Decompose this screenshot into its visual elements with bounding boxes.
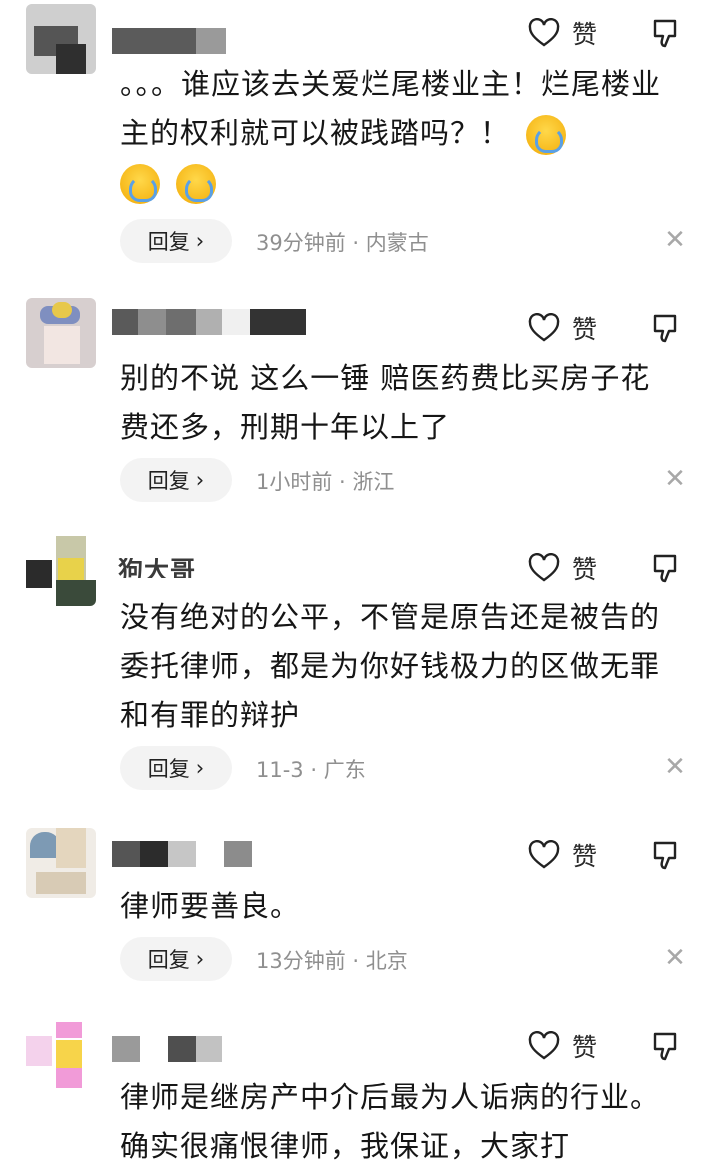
like-button[interactable]: 赞 [528,837,597,873]
heart-icon [528,313,560,342]
like-label: 赞 [572,555,598,584]
username-redacted[interactable] [112,309,306,335]
crying-emoji-icon [120,164,160,204]
comment-time: 11-3 [256,758,304,782]
reply-label: 回复 [147,230,190,254]
reply-label: 回复 [147,948,190,972]
chevron-right-icon: › [195,756,205,780]
like-label: 赞 [572,315,598,344]
comment-text-content: 。。。谁应该去关爱烂尾楼业主！烂尾楼业主的权利就可以被践踏吗？！ [120,67,662,150]
comment-text: 。。。谁应该去关爱烂尾楼业主！烂尾楼业主的权利就可以被践踏吗？！ [120,60,680,207]
reply-label: 回复 [147,469,190,493]
reply-button[interactable]: 回复 › [120,219,232,263]
comment-text-content: 没有绝对的公平，不管是原告还是被告的委托律师，都是为你好钱极力的区做无罪和有罪的… [120,600,661,732]
comment-time: 13分钟前 [256,949,346,973]
comment-time: 39分钟前 [256,231,346,255]
like-button[interactable]: 赞 [528,1028,597,1064]
reply-label: 回复 [147,757,190,781]
comment-location: 浙江 [352,470,395,494]
comment-text-content: 律师要善良。 [120,889,301,923]
comment-meta: 13分钟前 · 北京 [256,949,408,973]
dislike-icon[interactable] [650,838,684,872]
comment-meta: 1小时前 · 浙江 [256,470,395,494]
comment-text-content: 别的不说 这么一锤 赔医药费比买房子花费还多，刑期十年以上了 [120,361,651,444]
reply-row: 回复 › 11-3 · 广东 ✕ [120,746,690,790]
heart-icon [528,18,560,47]
chevron-right-icon: › [195,468,205,492]
dislike-icon[interactable] [650,16,684,50]
like-button[interactable]: 赞 [528,310,597,346]
comment-location: 内蒙古 [365,231,429,255]
comment-location: 北京 [365,949,408,973]
close-icon[interactable]: ✕ [660,225,690,255]
dislike-icon[interactable] [650,551,684,585]
comment-meta: 11-3 · 广东 [256,758,366,782]
dislike-icon[interactable] [650,311,684,345]
like-button[interactable]: 赞 [528,15,597,51]
comment-location: 广东 [323,758,366,782]
like-label: 赞 [572,20,598,49]
dislike-icon[interactable] [650,1029,684,1063]
avatar[interactable] [26,1018,96,1088]
avatar[interactable] [26,536,96,606]
reply-button[interactable]: 回复 › [120,746,232,790]
username[interactable]: 狗大哥 [118,558,196,578]
reply-button[interactable]: 回复 › [120,937,232,981]
chevron-right-icon: › [195,229,205,253]
comment-text: 没有绝对的公平，不管是原告还是被告的委托律师，都是为你好钱极力的区做无罪和有罪的… [120,593,680,740]
like-button[interactable]: 赞 [528,550,597,586]
reply-row: 回复 › 13分钟前 · 北京 ✕ [120,937,690,981]
comment-text-content: 律师是继房产中介后最为人诟病的行业。确实很痛恨律师，我保证，大家打 [120,1080,661,1163]
like-label: 赞 [572,1033,598,1062]
comment-meta: 39分钟前 · 内蒙古 [256,231,429,255]
close-icon[interactable]: ✕ [660,464,690,494]
heart-icon [528,553,560,582]
comment-text: 律师要善良。 [120,882,680,931]
chevron-right-icon: › [195,947,205,971]
heart-icon [528,1031,560,1060]
username-redacted[interactable] [112,841,252,867]
comment-text: 别的不说 这么一锤 赔医药费比买房子花费还多，刑期十年以上了 [120,354,680,452]
avatar[interactable] [26,298,96,368]
crying-emoji-icon [176,164,217,204]
comment-text: 律师是继房产中介后最为人诟病的行业。确实很痛恨律师，我保证，大家打 [120,1073,680,1171]
comment-time: 1小时前 [256,470,333,494]
avatar[interactable] [26,828,96,898]
reply-row: 回复 › 39分钟前 · 内蒙古 ✕ [120,219,690,263]
username-redacted[interactable] [112,28,226,54]
reply-button[interactable]: 回复 › [120,458,232,502]
close-icon[interactable]: ✕ [660,943,690,973]
avatar[interactable] [26,4,96,74]
crying-emoji-icon [526,115,567,155]
username-redacted[interactable] [112,1036,222,1062]
heart-icon [528,840,560,869]
close-icon[interactable]: ✕ [660,752,690,782]
reply-row: 回复 › 1小时前 · 浙江 ✕ [120,458,690,502]
like-label: 赞 [572,842,598,871]
